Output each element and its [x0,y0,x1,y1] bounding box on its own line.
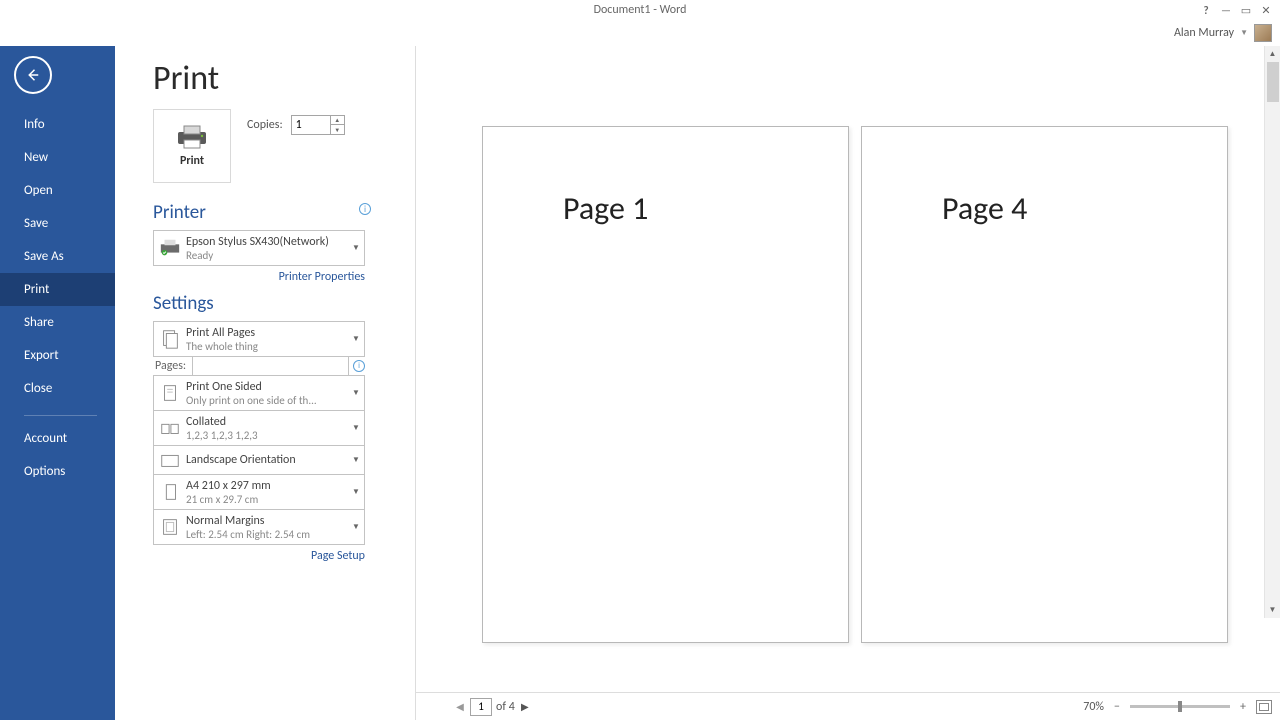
copies-down-icon[interactable]: ▼ [330,125,344,134]
sidebar-separator [24,415,97,416]
help-icon[interactable]: ? [1196,2,1216,18]
scroll-up-icon[interactable]: ▲ [1265,46,1280,62]
user-account[interactable]: Alan Murray ▼ [1174,24,1272,42]
restore-icon[interactable]: ▭ [1236,2,1256,18]
landscape-icon [154,449,186,471]
title-bar: Document1 - Word ? — ▭ ✕ [0,0,1280,22]
caret-down-icon: ▼ [1240,28,1248,38]
preview-scrollbar[interactable]: ▲ ▼ [1264,46,1280,618]
copies-spinner[interactable]: ▲ ▼ [291,115,345,135]
copies-label: Copies: [247,118,283,132]
prev-page-icon[interactable]: ◀ [454,700,466,713]
zoom-slider[interactable] [1130,705,1230,708]
minimize-icon[interactable]: — [1216,2,1236,18]
nav-close[interactable]: Close [0,372,115,405]
copies-up-icon[interactable]: ▲ [330,116,344,125]
nav-save-as[interactable]: Save As [0,240,115,273]
settings-heading: Settings [153,292,415,315]
document-title: Document1 - Word [594,3,687,17]
orientation-select[interactable]: Landscape Orientation ▼ [153,445,365,475]
print-button[interactable]: Print [153,109,231,183]
sides-select[interactable]: Print One Sided Only print on one side o… [153,375,365,411]
collated-icon [154,417,186,439]
printer-status: Ready [186,249,348,262]
printer-icon [176,124,208,150]
preview-page-1: Page 1 [482,126,849,643]
pages-icon [154,328,186,350]
preview-page-2: Page 4 [861,126,1228,643]
page-content: Page 4 [942,189,1227,228]
page-content: Page 1 [563,189,848,228]
copies-input[interactable] [292,118,330,132]
zoom-to-page-button[interactable] [1256,700,1272,714]
scroll-thumb[interactable] [1267,62,1279,102]
chevron-down-icon: ▼ [348,487,364,497]
paper-size-icon [154,481,186,503]
user-name: Alan Murray [1174,26,1234,40]
pages-input[interactable] [192,356,349,376]
nav-account[interactable]: Account [0,422,115,455]
back-button[interactable] [14,56,52,94]
one-sided-icon [154,382,186,404]
page-count: of 4 [496,700,515,714]
zoom-level: 70% [1083,700,1104,714]
user-bar: Alan Murray ▼ [0,22,1280,46]
scroll-down-icon[interactable]: ▼ [1265,602,1280,618]
nav-export[interactable]: Export [0,339,115,372]
avatar [1254,24,1272,42]
chevron-down-icon: ▼ [348,522,364,532]
collation-select[interactable]: Collated 1,2,3 1,2,3 1,2,3 ▼ [153,410,365,446]
info-icon[interactable]: i [353,360,365,372]
chevron-down-icon: ▼ [348,423,364,433]
backstage-sidebar: Info New Open Save Save As Print Share E… [0,46,115,720]
next-page-icon[interactable]: ▶ [519,700,531,713]
info-icon[interactable]: i [359,203,371,215]
margins-select[interactable]: Normal Margins Left: 2.54 cm Right: 2.54… [153,509,365,545]
nav-info[interactable]: Info [0,108,115,141]
print-button-label: Print [180,154,204,168]
pages-label: Pages: [153,359,192,373]
nav-print[interactable]: Print [0,273,115,306]
zoom-out-button[interactable]: − [1110,700,1124,714]
printer-device-icon [154,237,186,259]
nav-save[interactable]: Save [0,207,115,240]
chevron-down-icon: ▼ [348,243,364,253]
nav-new[interactable]: New [0,141,115,174]
printer-properties-link[interactable]: Printer Properties [153,270,365,284]
close-icon[interactable]: ✕ [1256,2,1276,18]
printer-name: Epson Stylus SX430(Network) [186,235,348,249]
paper-size-select[interactable]: A4 210 x 297 mm 21 cm x 29.7 cm ▼ [153,474,365,510]
margins-icon [154,516,186,538]
print-preview: Page 1 Page 4 ▲ ▼ ◀ of 4 ▶ 70% [416,46,1280,720]
nav-options[interactable]: Options [0,455,115,488]
chevron-down-icon: ▼ [348,388,364,398]
printer-heading: Printer i [153,201,415,224]
nav-share[interactable]: Share [0,306,115,339]
arrow-left-icon [24,66,42,84]
chevron-down-icon: ▼ [348,455,364,465]
zoom-slider-knob[interactable] [1178,701,1182,712]
zoom-in-button[interactable]: + [1236,700,1250,714]
nav-open[interactable]: Open [0,174,115,207]
printer-select[interactable]: Epson Stylus SX430(Network) Ready ▼ [153,230,365,266]
page-title: Print [153,58,415,99]
print-range-select[interactable]: Print All Pages The whole thing ▼ [153,321,365,357]
page-setup-link[interactable]: Page Setup [153,549,365,563]
current-page-input[interactable] [470,698,492,716]
preview-statusbar: ◀ of 4 ▶ 70% − + [416,692,1280,720]
chevron-down-icon: ▼ [348,334,364,344]
